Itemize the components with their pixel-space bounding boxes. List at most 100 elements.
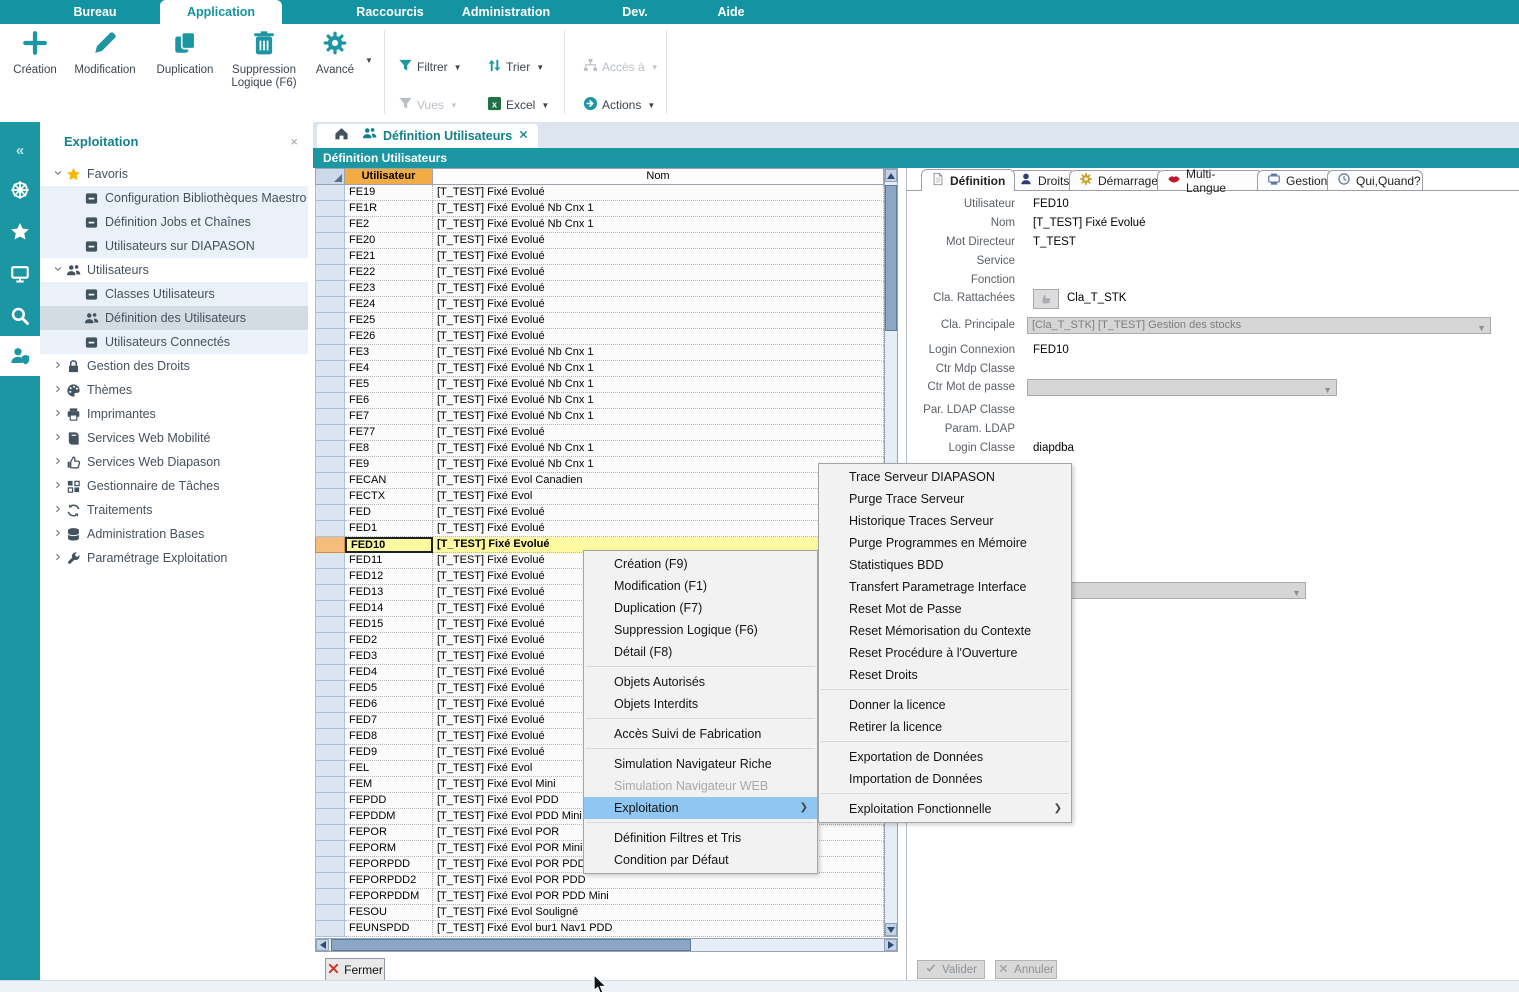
chevron-down-icon[interactable]: [52, 168, 64, 181]
row-selector[interactable]: [315, 425, 345, 441]
sidebar-item-favoris[interactable]: Favoris: [40, 162, 308, 186]
tab-d-finition[interactable]: Définition: [921, 169, 1015, 191]
cell-utilisateur[interactable]: FE1R: [345, 201, 433, 217]
row-selector[interactable]: [315, 825, 345, 841]
submenu-item-transfert-parametrage-interface[interactable]: Transfert Parametrage Interface: [819, 576, 1071, 598]
table-row[interactable]: FE77[T_TEST] Fixé Evolué: [315, 425, 884, 441]
tab-d-marrage[interactable]: Démarrage: [1069, 170, 1163, 190]
table-row[interactable]: FED1[T_TEST] Fixé Evolué: [315, 521, 884, 537]
table-row[interactable]: FE8[T_TEST] Fixé Evolué Nb Cnx 1: [315, 441, 884, 457]
tab-definition-utilisateurs[interactable]: Définition Utilisateurs: [353, 124, 538, 148]
row-selector[interactable]: [315, 921, 345, 937]
avance-dropdown-icon[interactable]: ▼: [365, 56, 373, 65]
dropdown-arrow-icon[interactable]: ▼: [651, 63, 659, 72]
submenu-item-statistiques-bdd[interactable]: Statistiques BDD: [819, 554, 1071, 576]
scroll-right-button[interactable]: [884, 939, 897, 951]
cell-utilisateur[interactable]: FE7: [345, 409, 433, 425]
submenu-item-purge-trace-serveur[interactable]: Purge Trace Serveur: [819, 488, 1071, 510]
row-selector[interactable]: [315, 569, 345, 585]
menu-item-d-tail-f8-[interactable]: Détail (F8): [584, 641, 817, 663]
column-header-nom[interactable]: Nom: [433, 168, 884, 185]
cell-nom[interactable]: [T_TEST] Fixé Evolué Nb Cnx 1: [433, 393, 884, 409]
table-row[interactable]: FE1R[T_TEST] Fixé Evolué Nb Cnx 1: [315, 201, 884, 217]
row-selector[interactable]: [315, 713, 345, 729]
cell-nom[interactable]: [T_TEST] Fixé Evolué: [433, 265, 884, 281]
cell-nom[interactable]: [T_TEST] Fixé Evol POR PDD Mini: [433, 889, 884, 905]
cell-nom[interactable]: [T_TEST] Fixé Evolué: [433, 297, 884, 313]
cell-utilisateur[interactable]: FE4: [345, 361, 433, 377]
toolbar-button-gear[interactable]: Avancé: [295, 30, 375, 77]
cell-utilisateur[interactable]: FED12: [345, 569, 433, 585]
submenu-item-importation-de-donn-es[interactable]: Importation de Données: [819, 768, 1071, 790]
sidebar-item-utilisateurs[interactable]: Utilisateurs: [40, 258, 308, 282]
cell-utilisateur[interactable]: FED9: [345, 745, 433, 761]
row-selector[interactable]: [315, 761, 345, 777]
cell-utilisateur[interactable]: FED15: [345, 617, 433, 633]
cell-utilisateur[interactable]: FED11: [345, 553, 433, 569]
row-selector[interactable]: [315, 873, 345, 889]
tab-gestion[interactable]: Gestion: [1257, 170, 1333, 190]
cell-nom[interactable]: [T_TEST] Fixé Evolué: [433, 185, 884, 201]
submenu-item-purge-programmes-en-m-moire[interactable]: Purge Programmes en Mémoire: [819, 532, 1071, 554]
column-header-utilisateur[interactable]: Utilisateur: [345, 168, 433, 185]
row-selector[interactable]: [315, 249, 345, 265]
table-row[interactable]: FEPORPDDM[T_TEST] Fixé Evol POR PDD Mini: [315, 889, 884, 905]
cell-utilisateur[interactable]: FESOU: [345, 905, 433, 921]
row-selector[interactable]: [315, 281, 345, 297]
sidebar-item-traitements[interactable]: Traitements: [40, 498, 308, 522]
panel-close-icon[interactable]: ×: [290, 134, 298, 149]
menu-item-simulation-navigateur-riche[interactable]: Simulation Navigateur Riche: [584, 753, 817, 775]
table-row[interactable]: FE21[T_TEST] Fixé Evolué: [315, 249, 884, 265]
row-selector[interactable]: [315, 553, 345, 569]
row-selector[interactable]: [315, 473, 345, 489]
submenu-item-reset-m-morisation-du-contexte[interactable]: Reset Mémorisation du Contexte: [819, 620, 1071, 642]
table-row[interactable]: FE4[T_TEST] Fixé Evolué Nb Cnx 1: [315, 361, 884, 377]
cell-utilisateur[interactable]: FED10: [345, 537, 433, 553]
menu-item-condition-par-d-faut[interactable]: Condition par Défaut: [584, 849, 817, 871]
table-row[interactable]: FE3[T_TEST] Fixé Evolué Nb Cnx 1: [315, 345, 884, 361]
cell-nom[interactable]: [T_TEST] Fixé Evol Canadien: [433, 473, 884, 489]
menu-item-suppression-logique-f6-[interactable]: Suppression Logique (F6): [584, 619, 817, 641]
cell-utilisateur[interactable]: FE24: [345, 297, 433, 313]
row-selector[interactable]: [315, 361, 345, 377]
cell-nom[interactable]: [T_TEST] Fixé Evolué: [433, 233, 884, 249]
cell-utilisateur[interactable]: FEPORPDDM: [345, 889, 433, 905]
cell-utilisateur[interactable]: FEPORPDD2: [345, 873, 433, 889]
annuler-button[interactable]: Annuler: [995, 960, 1057, 979]
row-selector[interactable]: [315, 841, 345, 857]
cell-utilisateur[interactable]: FE9: [345, 457, 433, 473]
row-selector[interactable]: [315, 633, 345, 649]
row-selector[interactable]: [315, 185, 345, 201]
rail-collapse-icon[interactable]: «: [0, 130, 40, 170]
sidebar-item-imprimantes[interactable]: Imprimantes: [40, 402, 308, 426]
cell-nom[interactable]: [T_TEST] Fixé Evolué Nb Cnx 1: [433, 201, 884, 217]
submenu-item-historique-traces-serveur[interactable]: Historique Traces Serveur: [819, 510, 1071, 532]
sidebar-item-services-web-diapason[interactable]: Services Web Diapason: [40, 450, 308, 474]
cell-utilisateur[interactable]: FEPORPDD: [345, 857, 433, 873]
cell-utilisateur[interactable]: FED5: [345, 681, 433, 697]
dropdown-arrow-icon[interactable]: ▼: [454, 63, 462, 72]
cell-nom[interactable]: [T_TEST] Fixé Evolué: [433, 249, 884, 265]
cell-utilisateur[interactable]: FEL: [345, 761, 433, 777]
cell-nom[interactable]: [T_TEST] Fixé Evolué Nb Cnx 1: [433, 217, 884, 233]
row-selector[interactable]: [315, 345, 345, 361]
cell-nom[interactable]: [T_TEST] Fixé Evolué: [433, 505, 884, 521]
row-selector[interactable]: [315, 537, 345, 553]
menu-item-aide[interactable]: Aide: [717, 0, 744, 24]
table-row[interactable]: FECTX[T_TEST] Fixé Evol: [315, 489, 884, 505]
scroll-down-button[interactable]: [885, 923, 897, 936]
cell-utilisateur[interactable]: FE22: [345, 265, 433, 281]
row-selector[interactable]: [315, 233, 345, 249]
submenu-item-donner-la-licence[interactable]: Donner la licence: [819, 694, 1071, 716]
cell-utilisateur[interactable]: FED14: [345, 601, 433, 617]
chevron-right-icon[interactable]: [52, 360, 64, 373]
sidebar-item-utilisateurs-connect-s[interactable]: Utilisateurs Connectés: [40, 330, 308, 354]
table-row[interactable]: FE5[T_TEST] Fixé Evolué Nb Cnx 1: [315, 377, 884, 393]
cell-utilisateur[interactable]: FEPORM: [345, 841, 433, 857]
row-selector[interactable]: [315, 729, 345, 745]
dropdown-arrow-icon[interactable]: ▼: [541, 101, 549, 110]
menu-item-simulation-navigateur-web[interactable]: Simulation Navigateur WEB: [584, 775, 817, 797]
cell-nom[interactable]: [T_TEST] Fixé Evolué Nb Cnx 1: [433, 361, 884, 377]
cell-nom[interactable]: [T_TEST] Fixé Evol POR PDD: [433, 873, 884, 889]
dropdown-arrow-icon[interactable]: ▼: [647, 101, 655, 110]
